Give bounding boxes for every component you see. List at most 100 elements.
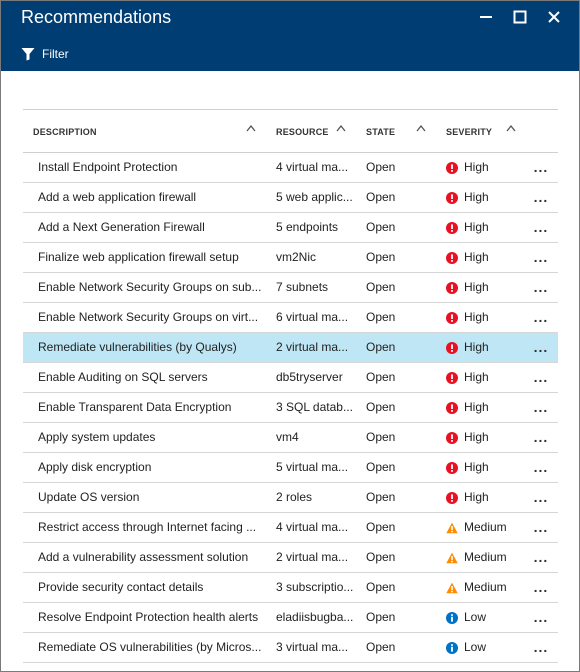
table-row[interactable]: Add a web application firewall 5 web appl… [23,183,558,213]
more-options-button[interactable]: ... [528,633,554,662]
row-severity: Low [446,603,541,632]
row-state: Open [366,640,396,654]
low-severity-icon [446,641,458,654]
table-row[interactable]: Add a Next Generation Firewall 5 endpoint… [23,213,558,243]
high-severity-icon [446,341,458,354]
row-severity: High [446,423,541,452]
high-severity-icon [446,431,458,444]
table-row[interactable]: Resolve Endpoint Protection health alert… [23,603,558,633]
column-header-resource[interactable]: RESOURCE [276,110,329,153]
table-row[interactable]: Enable Transparent Data Encryption 3 SQL … [23,393,558,423]
more-options-button[interactable]: ... [528,543,554,572]
row-resource: 3 subscriptio... [276,580,354,594]
close-button[interactable] [537,7,571,27]
severity-label: Low [464,640,487,654]
row-severity: High [446,243,541,272]
more-options-button[interactable]: ... [528,603,554,632]
sort-severity-icon[interactable] [504,122,518,136]
table-row[interactable]: Apply disk encryption 5 virtual ma... Open… [23,453,558,483]
more-options-button[interactable]: ... [528,483,554,512]
row-state: Open [366,550,396,564]
more-options-button[interactable]: ... [528,453,554,482]
row-resource: vm4 [276,430,299,444]
severity-label: High [464,370,489,384]
row-resource: vm2Nic [276,250,317,264]
row-resource: eladiisbugba... [276,610,354,624]
more-options-button[interactable]: ... [528,513,554,542]
row-description: Restrict access through Internet facing … [38,520,257,534]
table-row[interactable]: Apply system updates vm4 Open High... [23,423,558,453]
table-row[interactable]: Provide security contact details 3 subscr… [23,573,558,603]
table-row[interactable]: Update OS version 2 roles Open High... [23,483,558,513]
table-row[interactable]: Add a vulnerability assessment solution 2… [23,543,558,573]
table-row[interactable]: Enable Network Security Groups on sub...… [23,273,558,303]
blade-header: Recommendations Filter [1,1,579,71]
severity-label: High [464,340,489,354]
sort-resource-icon[interactable] [334,122,348,136]
minimize-button[interactable] [469,7,503,27]
more-options-button[interactable]: ... [528,363,554,392]
medium-severity-icon [446,552,458,563]
more-options-button[interactable]: ... [528,573,554,602]
more-options-button[interactable]: ... [528,333,554,362]
more-options-button[interactable]: ... [528,303,554,332]
maximize-button[interactable] [503,7,537,27]
row-severity: High [446,183,541,212]
row-resource: 2 virtual ma... [276,550,349,564]
more-options-button[interactable]: ... [528,393,554,422]
low-severity-icon [446,611,458,624]
more-options-button[interactable]: ... [528,243,554,272]
sort-description-icon[interactable] [244,122,258,136]
high-severity-icon [446,191,458,204]
severity-label: Low [464,610,487,624]
row-state: Open [366,280,396,294]
row-description: Enable Network Security Groups on sub... [38,280,262,294]
severity-label: Medium [464,520,507,534]
row-severity: Medium [446,543,541,572]
row-description: Add a vulnerability assessment solution [38,550,249,564]
more-options-button[interactable]: ... [528,183,554,212]
row-severity: High [446,153,541,182]
row-state: Open [366,430,396,444]
row-resource: 4 virtual ma... [276,160,349,174]
row-resource: 3 SQL datab... [276,400,353,414]
table-row[interactable]: Restrict access through Internet facing … [23,513,558,543]
recommendations-table: DESCRIPTION RESOURCE STATE SEVERITY Inst… [23,109,558,663]
row-resource: 4 virtual ma... [276,520,349,534]
column-header-description[interactable]: DESCRIPTION [33,110,97,153]
row-description: Apply system updates [38,430,156,444]
row-description: Provide security contact details [38,580,204,594]
close-icon [548,11,560,23]
row-state: Open [366,310,396,324]
high-severity-icon [446,311,458,324]
table-row[interactable]: Install Endpoint Protection 4 virtual ma.… [23,153,558,183]
sort-state-icon[interactable] [414,122,428,136]
severity-label: High [464,280,489,294]
row-resource: 6 virtual ma... [276,310,349,324]
table-row[interactable]: Enable Auditing on SQL servers db5tryserv… [23,363,558,393]
recommendations-blade: Recommendations Filter DESCRIPTION RESOU… [0,0,580,672]
more-options-button[interactable]: ... [528,423,554,452]
more-options-button[interactable]: ... [528,213,554,242]
row-resource: 3 virtual ma... [276,640,349,654]
column-header-state[interactable]: STATE [366,110,395,153]
row-state: Open [366,160,396,174]
high-severity-icon [446,281,458,294]
row-resource: 2 virtual ma... [276,340,349,354]
column-header-severity[interactable]: SEVERITY [446,110,492,153]
more-options-button[interactable]: ... [528,273,554,302]
more-options-button[interactable]: ... [528,153,554,182]
row-severity: Low [446,633,541,662]
filter-button[interactable]: Filter [21,47,69,61]
medium-severity-icon [446,582,458,593]
table-row[interactable]: Enable Network Security Groups on virt..… [23,303,558,333]
row-severity: Medium [446,513,541,542]
row-resource: 5 web applic... [276,190,353,204]
row-description: Resolve Endpoint Protection health alert… [38,610,259,624]
severity-label: High [464,220,489,234]
high-severity-icon [446,221,458,234]
table-row[interactable]: Finalize web application firewall setup v… [23,243,558,273]
table-row[interactable]: Remediate vulnerabilities (by Qualys) 2 v… [23,333,558,363]
row-state: Open [366,460,396,474]
table-row[interactable]: Remediate OS vulnerabilities (by Micros.… [23,633,558,663]
